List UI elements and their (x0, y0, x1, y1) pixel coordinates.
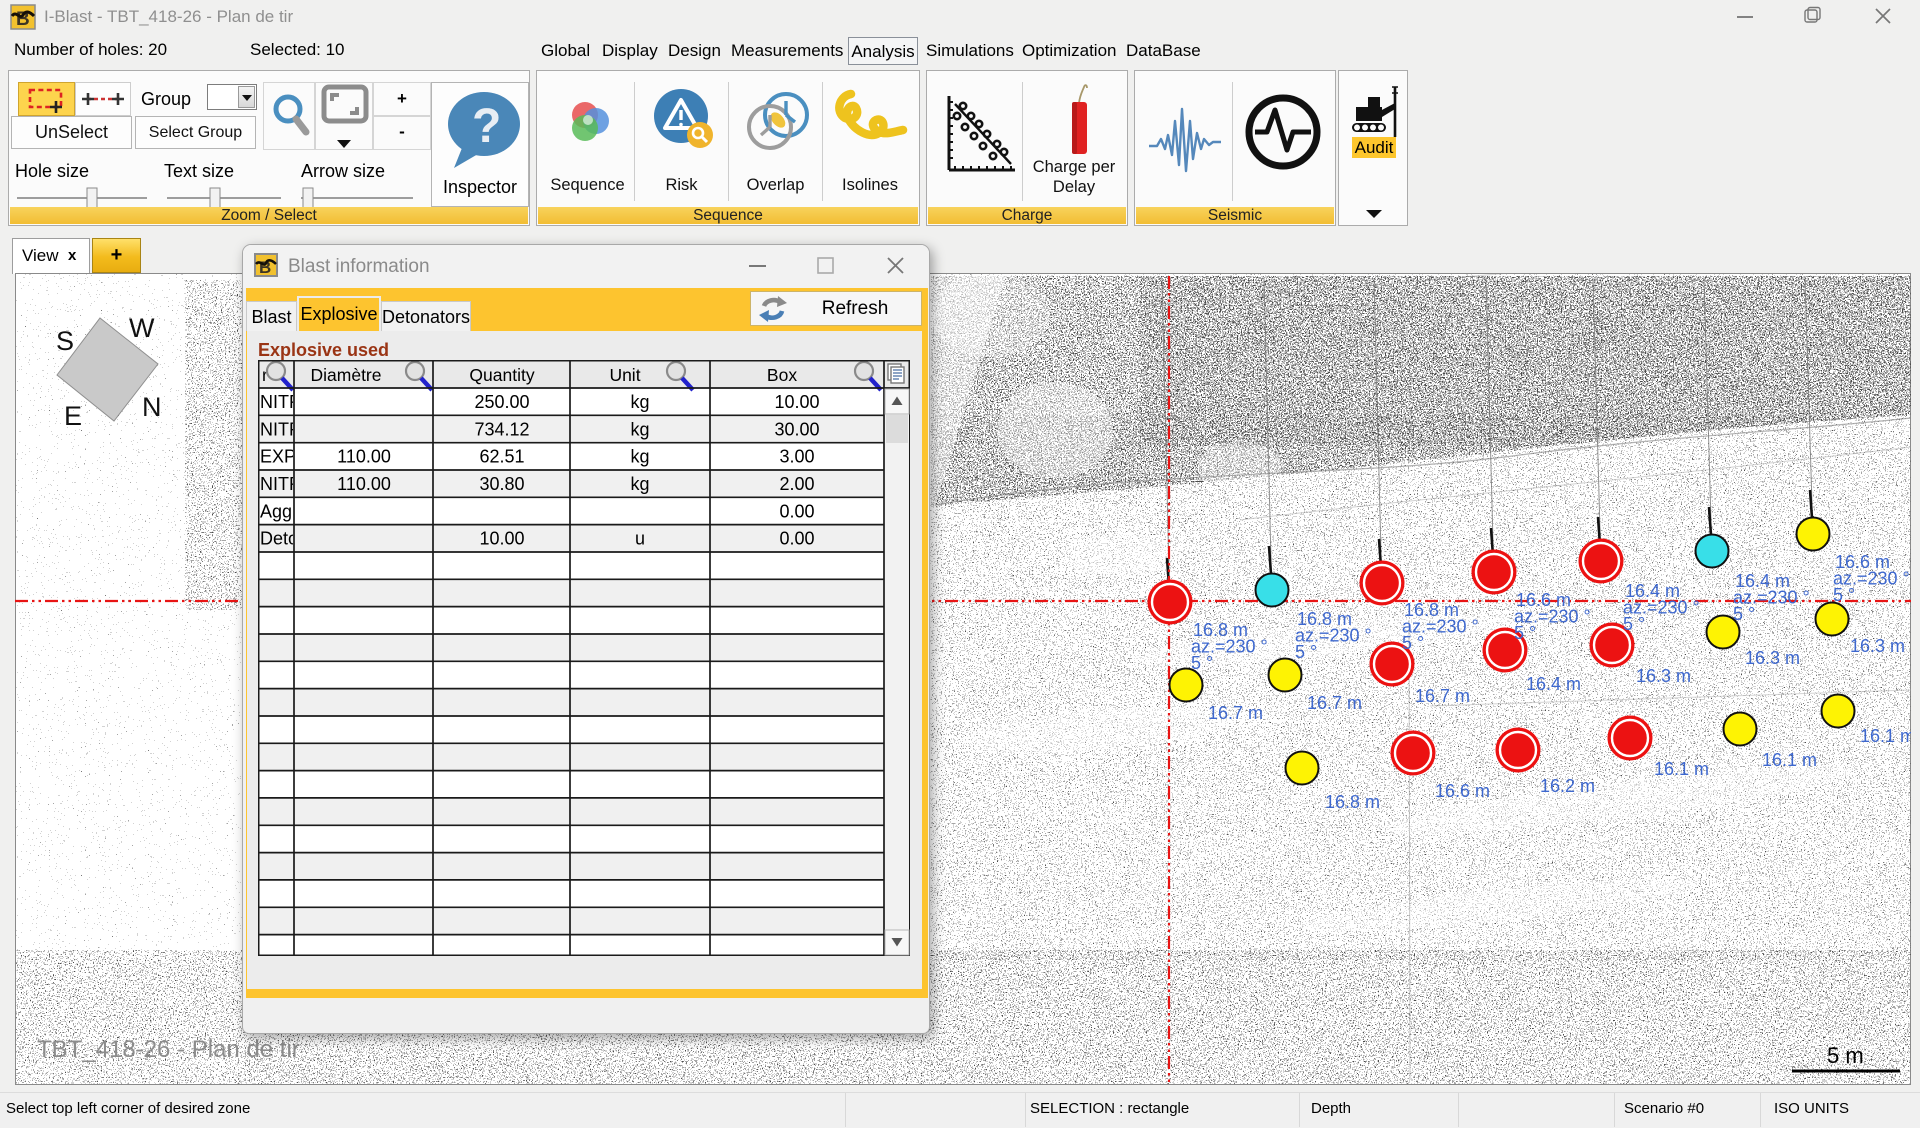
svg-text:S: S (56, 326, 74, 356)
svg-text:16.3 m: 16.3 m (1745, 648, 1800, 668)
svg-text:16.7 m: 16.7 m (1307, 693, 1362, 713)
svg-text:5 °: 5 ° (1833, 585, 1855, 605)
svg-text:Unit: Unit (609, 365, 640, 385)
svg-text:Quantity: Quantity (469, 365, 534, 385)
svg-text:16.4 m: 16.4 m (1526, 674, 1581, 694)
svg-text:Diamètre: Diamètre (311, 365, 382, 385)
svg-text:10.00: 10.00 (774, 392, 819, 412)
svg-text:E: E (64, 401, 82, 431)
svg-text:250.00: 250.00 (474, 392, 529, 412)
svg-text:16.1 m: 16.1 m (1654, 759, 1709, 779)
svg-text:Box: Box (767, 365, 797, 385)
svg-text:5 °: 5 ° (1623, 614, 1645, 634)
svg-text:30.00: 30.00 (774, 419, 819, 439)
svg-text:kg: kg (630, 419, 649, 439)
svg-text:TBT_418-26 - Plan de tir: TBT_418-26 - Plan de tir (37, 1036, 300, 1063)
svg-text:?: ? (472, 100, 501, 153)
svg-text:u: u (635, 529, 645, 549)
svg-text:16.3 m: 16.3 m (1850, 636, 1905, 656)
svg-text:16.7 m: 16.7 m (1208, 703, 1263, 723)
svg-text:16.7 m: 16.7 m (1415, 686, 1470, 706)
svg-text:110.00: 110.00 (337, 447, 391, 467)
svg-text:kg: kg (630, 474, 649, 494)
svg-text:5 °: 5 ° (1514, 623, 1536, 643)
svg-text:16.8 m: 16.8 m (1325, 792, 1380, 812)
svg-text:16.1 m: 16.1 m (1762, 750, 1817, 770)
svg-text:110.00: 110.00 (337, 474, 391, 494)
svg-text:16.2 m: 16.2 m (1540, 776, 1595, 796)
svg-text:62.51: 62.51 (479, 447, 524, 467)
svg-text:0.00: 0.00 (779, 501, 814, 521)
svg-text:kg: kg (630, 447, 649, 467)
svg-text:N: N (142, 392, 162, 422)
svg-text:30.80: 30.80 (479, 474, 524, 494)
svg-text:5 m: 5 m (1827, 1043, 1864, 1068)
svg-text:5 °: 5 ° (1402, 633, 1424, 653)
svg-text:16.1 m: 16.1 m (1860, 726, 1911, 746)
svg-text:W: W (129, 313, 155, 343)
svg-text:16.6 m: 16.6 m (1435, 781, 1490, 801)
svg-text:3.00: 3.00 (779, 447, 814, 467)
svg-text:kg: kg (630, 392, 649, 412)
svg-text:16.3 m: 16.3 m (1636, 666, 1691, 686)
svg-text:5 °: 5 ° (1295, 642, 1317, 662)
svg-text:5 °: 5 ° (1191, 653, 1213, 673)
svg-text:2.00: 2.00 (779, 474, 814, 494)
svg-text:10.00: 10.00 (479, 529, 524, 549)
svg-text:734.12: 734.12 (474, 419, 529, 439)
svg-text:5 °: 5 ° (1733, 604, 1755, 624)
svg-text:0.00: 0.00 (779, 529, 814, 549)
